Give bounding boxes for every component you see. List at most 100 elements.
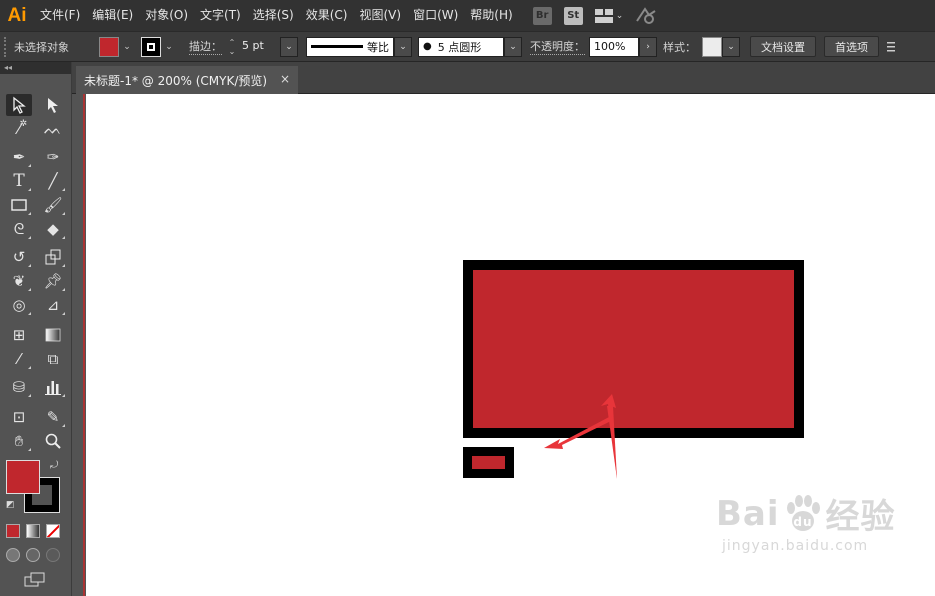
menu-view[interactable]: 视图(V) <box>353 0 407 31</box>
artboard-icon: ⊡ <box>12 408 26 426</box>
menu-select[interactable]: 选择(S) <box>247 0 300 31</box>
rotate-tool[interactable]: ↺ <box>6 246 32 268</box>
graphic-style-swatch[interactable] <box>702 36 722 57</box>
menu-window[interactable]: 窗口(W) <box>407 0 464 31</box>
document-setup-button[interactable]: 文档设置 <box>750 36 816 57</box>
style-dropdown[interactable]: ⌄ <box>722 36 740 57</box>
tool-row: T ╱ <box>6 170 66 192</box>
zoom-magnifier-icon <box>45 433 61 449</box>
eyedropper-tool[interactable]: ⁄ <box>6 348 32 370</box>
brush-dropdown[interactable]: ⌄ <box>504 36 522 57</box>
flyout-corner <box>62 394 65 397</box>
opacity-input[interactable]: 100% <box>589 36 639 57</box>
gradient-tool[interactable] <box>40 324 66 346</box>
eraser-icon: ◆ <box>47 220 59 238</box>
pasteboard-edge <box>72 94 85 596</box>
flyout-corner <box>28 288 31 291</box>
stroke-weight-dropdown[interactable]: ⌄ <box>280 36 298 57</box>
stroke-weight-input[interactable]: 5 pt <box>238 36 280 57</box>
puppet-warp-tool[interactable]: 📌︎ <box>40 270 66 292</box>
brush-definition[interactable]: ● 5 点圆形 <box>418 36 504 57</box>
stroke-weight-stepper[interactable]: ⌃ ⌄ <box>226 38 238 56</box>
bridge-button[interactable]: Br <box>532 6 552 25</box>
zoom-tool[interactable] <box>40 430 66 452</box>
draw-inside-button[interactable] <box>46 548 60 562</box>
control-menu-icon[interactable] <box>885 40 897 54</box>
gradient-icon <box>45 328 61 342</box>
flyout-corner <box>28 236 31 239</box>
selection-tool[interactable] <box>6 94 32 116</box>
selection-state-label: 未选择对象 <box>14 40 69 54</box>
menu-type[interactable]: 文字(T) <box>194 0 247 31</box>
symbol-sprayer-icon: ⛁ <box>12 378 26 396</box>
tool-row: ❦ 📌︎ <box>6 270 66 292</box>
swap-fill-stroke-icon[interactable]: ⤾ <box>50 460 58 471</box>
menu-edit[interactable]: 编辑(E) <box>86 0 139 31</box>
artboard[interactable]: Bai du 经验 jingyan.baidu.com <box>86 94 935 596</box>
menu-help[interactable]: 帮助(H) <box>464 0 518 31</box>
fill-color-picker[interactable]: ⌄ <box>99 36 135 57</box>
warp-tool[interactable]: ❦ <box>6 270 32 292</box>
rectangle-tool[interactable] <box>6 194 32 216</box>
app-logo: Ai <box>7 4 27 26</box>
flyout-corner <box>62 212 65 215</box>
workspace-switcher[interactable]: ⌄ <box>594 8 624 23</box>
large-red-rectangle[interactable] <box>463 260 804 438</box>
default-fill-stroke-icon[interactable]: ◩ <box>6 500 15 510</box>
screen-mode-button[interactable] <box>24 572 46 588</box>
blend-tool[interactable]: ⧉ <box>40 348 66 370</box>
style-label: 样式： <box>663 40 696 54</box>
curvature-tool[interactable]: ✑ <box>40 146 66 168</box>
control-bar-grip[interactable] <box>4 36 10 57</box>
direct-selection-tool[interactable] <box>40 94 66 116</box>
type-tool[interactable]: T <box>6 170 32 192</box>
fill-color-box[interactable] <box>6 460 40 494</box>
menu-object[interactable]: 对象(O) <box>139 0 194 31</box>
tools-panel-collapse[interactable]: ◂◂ <box>0 62 71 74</box>
canvas-area[interactable]: Bai du 经验 jingyan.baidu.com <box>72 94 935 596</box>
magic-wand-tool[interactable]: ⁄ ✲ <box>6 118 32 140</box>
profile-dropdown[interactable]: ⌄ <box>394 36 412 57</box>
close-icon[interactable]: × <box>280 72 290 86</box>
stroke-weight-label[interactable]: 描边： <box>189 38 222 55</box>
column-graph-tool[interactable] <box>40 376 66 398</box>
symbol-sprayer-tool[interactable]: ⛁ <box>6 376 32 398</box>
eraser-tool[interactable]: ◆ <box>40 218 66 240</box>
hand-tool[interactable]: ✋︎ <box>6 430 32 452</box>
control-bar: 未选择对象 ⌄ ⌄ 描边： ⌃ ⌄ 5 pt ⌄ 等比 ⌄ ● 5 点圆形 ⌄ 不… <box>0 31 935 62</box>
gpu-performance-icon[interactable] <box>635 6 657 25</box>
menu-file[interactable]: 文件(F) <box>34 0 86 31</box>
menu-effect[interactable]: 效果(C) <box>300 0 354 31</box>
gradient-mode-button[interactable] <box>26 524 40 538</box>
scale-tool[interactable] <box>40 246 66 268</box>
slice-tool[interactable]: ✎ <box>40 406 66 428</box>
mesh-tool[interactable]: ⊞ <box>6 324 32 346</box>
none-mode-button[interactable] <box>46 524 60 538</box>
opacity-arrow[interactable]: › <box>639 36 657 57</box>
draw-normal-button[interactable] <box>6 548 20 562</box>
lasso-tool[interactable]: ᨓ <box>40 118 66 140</box>
draw-behind-button[interactable] <box>26 548 40 562</box>
pen-tool[interactable]: ✒ <box>6 146 32 168</box>
hand-icon: ✋︎ <box>14 432 24 450</box>
paintbrush-tool[interactable]: 🖌︎ <box>40 194 66 216</box>
color-mode-button[interactable] <box>6 524 20 538</box>
preferences-button[interactable]: 首选项 <box>824 36 879 57</box>
perspective-grid-tool[interactable]: ⊿ <box>40 294 66 316</box>
flyout-corner <box>62 264 65 267</box>
document-tab[interactable]: 未标题-1* @ 200% (CMYK/预览) × <box>76 66 298 94</box>
shaper-tool[interactable]: ᘓ <box>6 218 32 240</box>
variable-width-profile[interactable]: 等比 <box>306 36 394 57</box>
stroke-color-picker[interactable]: ⌄ <box>141 36 177 57</box>
line-segment-tool[interactable]: ╱ <box>40 170 66 192</box>
opacity-label[interactable]: 不透明度： <box>530 38 585 55</box>
chevron-down-icon: ⌄ <box>615 10 624 21</box>
artboard-tool[interactable]: ⊡ <box>6 406 32 428</box>
draw-mode-row <box>6 548 66 562</box>
watermark-text-left: Bai <box>716 493 780 534</box>
shaper-icon: ᘓ <box>13 220 25 238</box>
shape-builder-tool[interactable]: ◎ <box>6 294 32 316</box>
selection-arrow-icon <box>13 96 26 114</box>
small-red-rectangle[interactable] <box>463 447 514 478</box>
stock-button[interactable]: St <box>563 6 583 25</box>
